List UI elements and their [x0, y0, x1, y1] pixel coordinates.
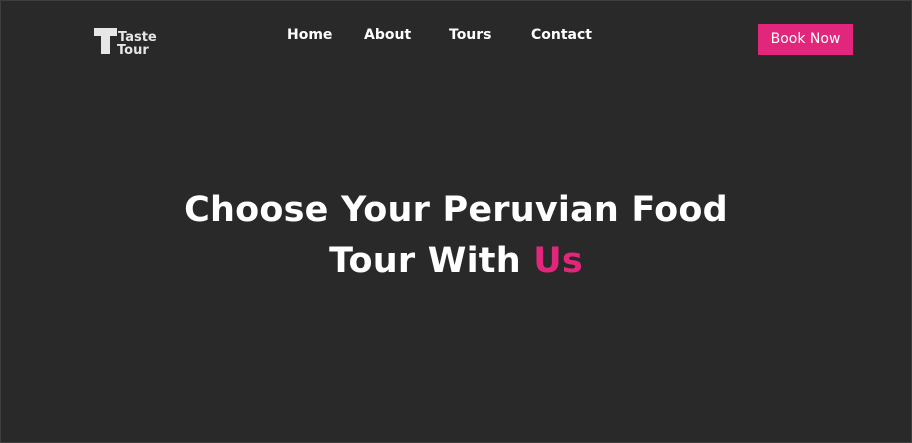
book-now-button[interactable]: Book Now [758, 24, 853, 55]
landing-page: Taste Tour Home About Tours Contact Book… [0, 0, 912, 443]
site-logo[interactable]: Taste Tour [93, 26, 165, 56]
hero-headline: Choose Your Peruvian Food Tour With Us [1, 185, 911, 287]
hero-line-2-text: Tour With [329, 241, 521, 281]
hero-accent-word: Us [533, 241, 583, 281]
hero-line-1: Choose Your Peruvian Food [184, 190, 728, 230]
nav-link-about[interactable]: About [364, 26, 411, 44]
hero-line-2: Tour With Us [1, 236, 911, 287]
nav-link-contact[interactable]: Contact [531, 26, 592, 44]
svg-text:Tour: Tour [117, 43, 149, 56]
nav-link-home[interactable]: Home [287, 26, 332, 44]
nav-link-tours[interactable]: Tours [449, 26, 492, 44]
